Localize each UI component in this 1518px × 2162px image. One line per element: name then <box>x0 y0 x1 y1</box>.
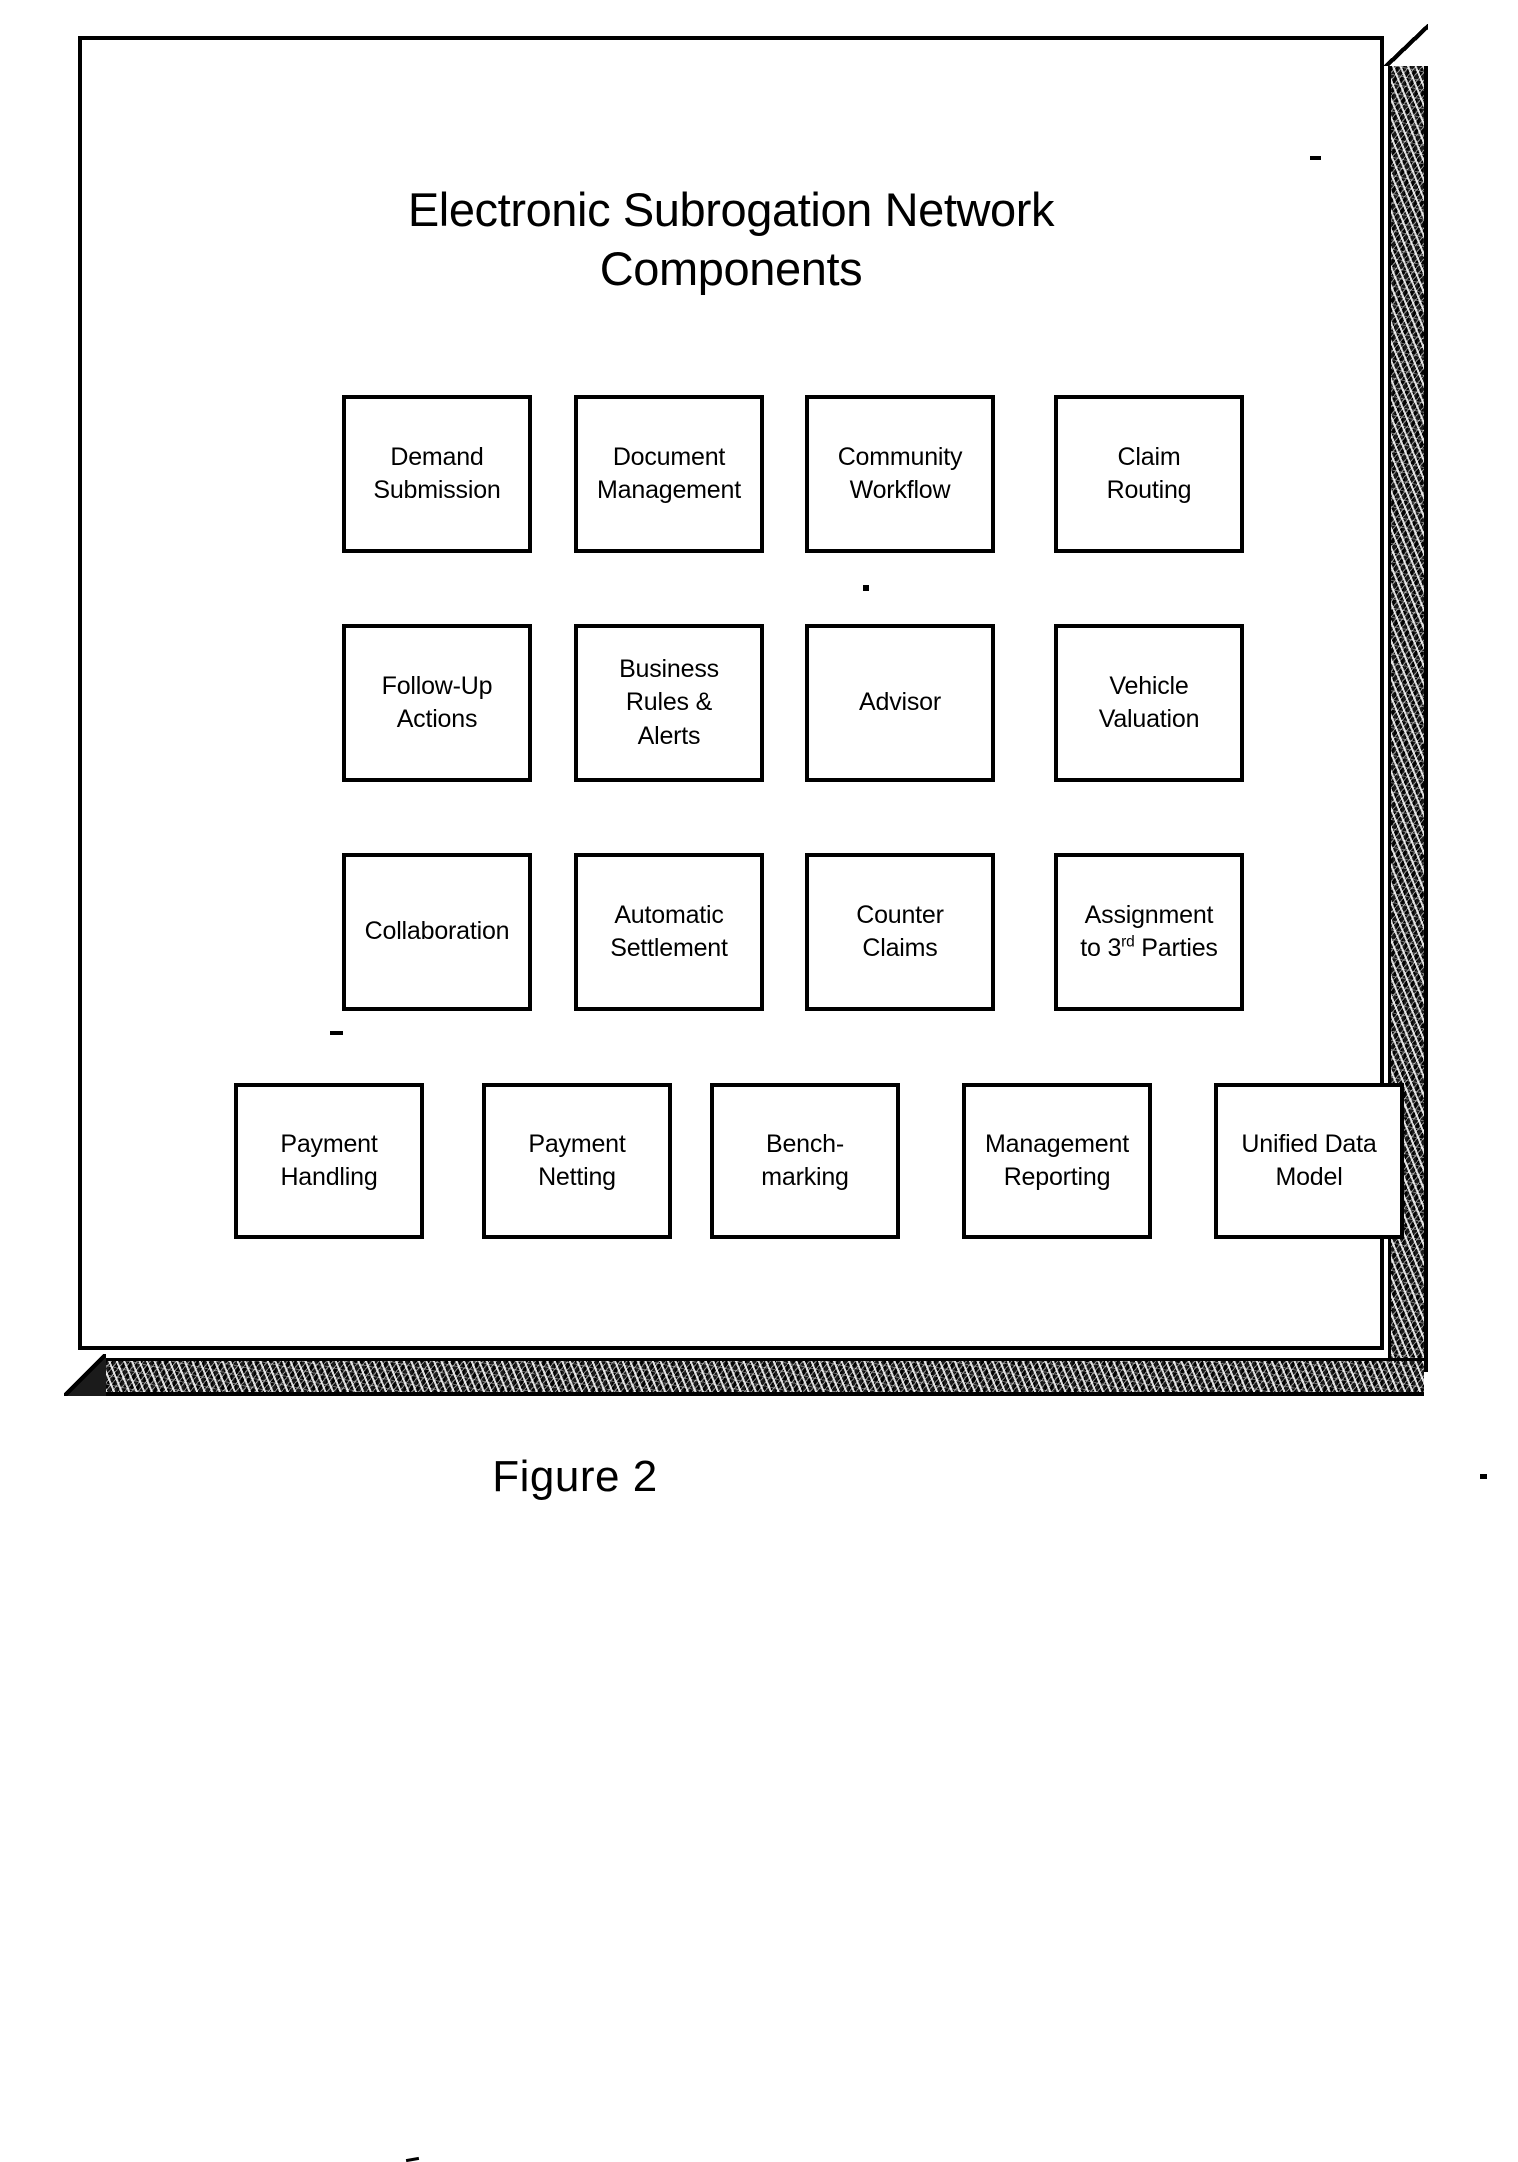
slab-top-right-bevel <box>1384 24 1428 66</box>
component-label: Automatic Settlement <box>604 899 734 966</box>
diagram-title-line-2: Components <box>599 242 863 296</box>
component-label-line-1: Claim <box>1117 442 1181 471</box>
component-box-claim-routing[interactable]: Claim Routing <box>1054 395 1244 553</box>
component-label: Document Management <box>591 441 747 508</box>
component-label-line-2: Settlement <box>610 934 728 962</box>
component-label: Follow-Up Actions <box>376 670 499 737</box>
component-label-line-1: Community <box>837 442 963 471</box>
component-label: Counter Claims <box>850 899 950 966</box>
component-label-line-2: Workflow <box>849 476 951 504</box>
scan-artifact-speck <box>1310 156 1321 160</box>
component-box-automatic-settlement[interactable]: Automatic Settlement <box>574 853 764 1011</box>
component-box-payment-handling[interactable]: Payment Handling <box>234 1083 424 2162</box>
component-label: Assignment to 3rd Parties <box>1074 899 1223 966</box>
component-label: Advisor <box>853 686 947 719</box>
component-label-line-2: Handling <box>280 1163 378 1191</box>
component-box-unified-data-model[interactable]: Unified Data Model <box>1214 1083 1404 1239</box>
component-label-line-1: Advisor <box>859 688 941 717</box>
component-label: Bench- marking <box>755 1128 855 1195</box>
component-label-line-2: Model <box>1275 1163 1343 1191</box>
component-label-line-1: Business <box>619 655 719 684</box>
component-label: Vehicle Valuation <box>1093 670 1206 737</box>
component-label-line-1: Management <box>985 1129 1129 1158</box>
component-label-line-1: Demand <box>390 442 484 471</box>
component-box-payment-netting[interactable]: Payment Netting <box>482 1083 672 1239</box>
component-label-line-2: Submission <box>373 476 501 504</box>
component-label-line-2: Valuation <box>1098 705 1200 733</box>
component-label-line-1: Assignment <box>1084 900 1214 929</box>
diagram-title: Electronic Subrogation Network Component… <box>82 180 1380 298</box>
component-label-line-1: Bench- <box>765 1129 844 1158</box>
component-label-line-2: marking <box>761 1163 849 1191</box>
component-label-line-1: Payment <box>528 1129 626 1158</box>
figure-3d-slab: Electronic Subrogation Network Component… <box>64 24 1428 2162</box>
component-label: Claim Routing <box>1101 441 1198 508</box>
component-label-line-2: Routing <box>1106 476 1192 504</box>
figure-caption: Figure 2 <box>492 1452 658 1501</box>
slab-bottom-left-bevel <box>64 1354 106 1396</box>
component-label-line-2: Management <box>597 476 741 504</box>
component-label: Business Rules & Alerts <box>613 653 725 753</box>
scan-artifact-speck <box>863 585 869 591</box>
ordinal-prefix: to 3 <box>1080 934 1122 962</box>
component-label-line-1: Follow-Up <box>381 671 493 700</box>
component-label: Community Workflow <box>832 441 969 508</box>
component-box-follow-up-actions[interactable]: Follow-Up Actions <box>342 624 532 782</box>
component-label-line-2: to 3rd Parties <box>1080 932 1218 965</box>
slab-bottom-shadow-face <box>98 1358 1424 1396</box>
component-label-line-1: Automatic <box>614 900 724 929</box>
component-box-benchmarking[interactable]: Bench- marking <box>710 1083 900 1239</box>
component-box-collaboration[interactable]: Collaboration <box>342 853 532 1011</box>
scan-artifact-speck <box>405 2156 420 2162</box>
ordinal-suffix: rd <box>1121 933 1135 951</box>
scan-artifact-speck <box>330 1031 343 1035</box>
diagram-title-line-1: Electronic Subrogation Network <box>407 183 1055 236</box>
component-box-business-rules-alerts[interactable]: Business Rules & Alerts <box>574 624 764 782</box>
component-box-management-reporting[interactable]: Management Reporting <box>962 1083 1152 1239</box>
component-label-line-1: Counter <box>856 900 944 929</box>
component-label-line-3: Alerts <box>637 721 701 750</box>
component-label-line-2: Reporting <box>1003 1163 1111 1191</box>
component-label: Collaboration <box>359 915 516 948</box>
ordinal-tail: Parties <box>1134 934 1218 962</box>
diagram-panel: Electronic Subrogation Network Component… <box>78 36 1404 2162</box>
component-box-counter-claims[interactable]: Counter Claims <box>805 853 995 1011</box>
component-label: Payment Handling <box>274 1128 383 1195</box>
component-label: Unified Data Model <box>1235 1128 1382 1195</box>
component-label: Payment Netting <box>522 1128 631 1195</box>
component-label-line-2: Rules & <box>625 688 713 717</box>
component-label-line-1: Vehicle <box>1109 671 1189 700</box>
component-label-line-1: Payment <box>280 1129 378 1158</box>
component-label-line-2: Actions <box>396 705 478 733</box>
component-label-line-2: Claims <box>862 934 938 962</box>
component-box-vehicle-valuation[interactable]: Vehicle Valuation <box>1054 624 1244 782</box>
component-box-document-management[interactable]: Document Management <box>574 395 764 553</box>
component-label-line-2: Netting <box>538 1163 616 1191</box>
component-box-community-workflow[interactable]: Community Workflow <box>805 395 995 553</box>
component-box-assignment-to-third-parties[interactable]: Assignment to 3rd Parties <box>1054 853 1244 1011</box>
scan-artifact-speck <box>1480 1474 1487 1479</box>
component-label-line-1: Collaboration <box>364 917 510 946</box>
component-label: Demand Submission <box>367 441 506 508</box>
component-box-advisor[interactable]: Advisor <box>805 624 995 782</box>
component-label: Management Reporting <box>979 1128 1135 1195</box>
component-box-demand-submission[interactable]: Demand Submission <box>342 395 532 553</box>
component-label-line-1: Document <box>612 442 726 471</box>
component-label-line-1: Unified Data <box>1241 1129 1377 1158</box>
